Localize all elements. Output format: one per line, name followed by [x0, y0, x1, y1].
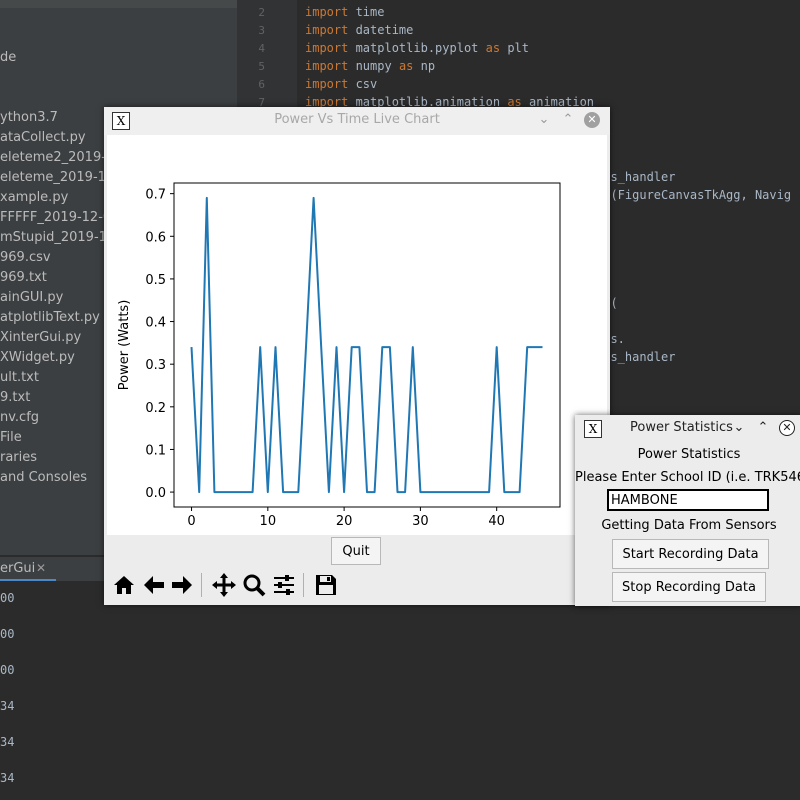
code-line: import csv	[305, 77, 378, 91]
project-tree-item[interactable]: ult.txt	[0, 368, 39, 388]
sidebar-header	[0, 0, 237, 8]
y-tick-label: 0.2	[145, 401, 166, 416]
configure-subplots-icon[interactable]	[271, 572, 297, 598]
stats-window-titlebar[interactable]: X Power Statistics ⌄ ⌃ ✕	[575, 415, 800, 443]
x-tick-label: 10	[260, 514, 277, 529]
close-icon[interactable]: ✕	[779, 420, 795, 436]
project-tree-item[interactable]: 969.csv	[0, 248, 51, 268]
line-number: 5	[258, 60, 265, 73]
project-tree-item[interactable]: 969.txt	[0, 268, 47, 288]
status-text: Getting Data From Sensors	[601, 518, 777, 533]
back-arrow-icon[interactable]	[141, 572, 167, 598]
pan-move-icon[interactable]	[211, 572, 237, 598]
code-fragment: t (FigureCanvasTkAgg, Navig	[596, 188, 792, 202]
console-line: 34	[0, 771, 15, 785]
line-number: 3	[258, 24, 265, 37]
x-app-icon: X	[584, 420, 602, 438]
maximize-chevron-icon[interactable]: ⌃	[559, 111, 577, 129]
maximize-chevron-icon[interactable]: ⌃	[754, 419, 772, 437]
console-line: 00	[0, 591, 15, 605]
y-tick-label: 0.4	[145, 316, 166, 331]
close-icon[interactable]: ✕	[584, 112, 600, 128]
chart-window: X Power Vs Time Live Chart ⌄ ⌃ ✕ 0 10 20 30…	[104, 107, 610, 605]
project-tree-item[interactable]: de	[0, 48, 16, 68]
y-tick-label: 0.3	[145, 358, 166, 373]
x-tick-label: 40	[488, 514, 505, 529]
stats-window-title: Power Statistics	[630, 420, 733, 435]
project-tree-item[interactable]: raries	[0, 448, 37, 468]
project-tree-item[interactable]: atplotlibText.py	[0, 308, 100, 328]
code-line: import time	[305, 5, 385, 19]
x-tick-label: 0	[187, 514, 195, 529]
project-tree-item[interactable]: XinterGui.py	[0, 328, 81, 348]
close-icon[interactable]: ✕	[36, 561, 46, 575]
y-tick-label: 0.7	[145, 188, 166, 203]
line-number: 6	[258, 78, 265, 91]
y-tick-label: 0.0	[145, 486, 166, 501]
chart-window-titlebar[interactable]: X Power Vs Time Live Chart ⌄ ⌃ ✕	[104, 107, 610, 135]
project-tree-item[interactable]: ython3.7	[0, 108, 58, 128]
code-line: import numpy as np	[305, 59, 436, 73]
stats-heading: Power Statistics	[637, 447, 741, 462]
console-line: 00	[0, 627, 15, 641]
school-id-input[interactable]	[607, 489, 769, 511]
project-tree-item[interactable]: XWidget.py	[0, 348, 75, 368]
project-tree-item[interactable]: FFFFF_2019-12-08	[0, 208, 119, 228]
code-line: import datetime	[305, 23, 414, 37]
project-tree-item[interactable]: mStupid_2019-12	[0, 228, 115, 248]
x-tick-label: 30	[412, 514, 429, 529]
y-tick-label: 0.6	[145, 230, 166, 245]
start-recording-button[interactable]: Start Recording Data	[612, 539, 769, 569]
school-id-prompt: Please Enter School ID (i.e. TRK546)	[575, 470, 800, 485]
forward-arrow-icon[interactable]	[169, 572, 195, 598]
code-line: import matplotlib.pyplot as plt	[305, 41, 529, 55]
stop-recording-button[interactable]: Stop Recording Data	[612, 572, 766, 602]
save-floppy-icon[interactable]	[313, 572, 339, 598]
power-line-chart: 0102030400.00.10.20.30.40.50.60.7Time (S…	[117, 182, 561, 551]
figure-canvas[interactable]: 0102030400.00.10.20.30.40.50.60.7Time (S…	[107, 135, 607, 551]
line-number: 4	[258, 42, 265, 55]
project-tree-item[interactable]: and Consoles	[0, 468, 87, 488]
navigation-toolbar	[107, 567, 607, 605]
toolbar-separator	[303, 573, 304, 597]
project-tree-item[interactable]: 9.txt	[0, 388, 30, 408]
toolbar-separator	[201, 573, 202, 597]
quit-button[interactable]: Quit	[331, 537, 381, 565]
project-tree-item[interactable]: ataCollect.py	[0, 128, 86, 148]
project-tree-item[interactable]: File	[0, 428, 22, 448]
project-tree-item[interactable]: nv.cfg	[0, 408, 39, 428]
console-tab[interactable]: erGui	[0, 561, 35, 576]
home-icon[interactable]	[111, 572, 137, 598]
console-output: 00 00 00 34 34 34	[0, 581, 800, 800]
y-tick-label: 0.5	[145, 273, 166, 288]
project-tree-item[interactable]: xample.py	[0, 188, 68, 208]
minimize-chevron-icon[interactable]: ⌄	[730, 419, 748, 437]
power-series-line	[190, 196, 543, 494]
line-number: 2	[258, 6, 265, 19]
project-tree-item[interactable]: ainGUI.py	[0, 288, 63, 308]
console-line: 34	[0, 735, 15, 749]
console-line: 00	[0, 663, 15, 677]
y-axis-label: Power (Watts)	[117, 300, 132, 391]
minimize-chevron-icon[interactable]: ⌄	[535, 111, 553, 129]
zoom-magnifier-icon[interactable]	[241, 572, 267, 598]
x-tick-label: 20	[336, 514, 353, 529]
console-line: 34	[0, 699, 15, 713]
y-tick-label: 0.1	[145, 443, 166, 458]
stats-window: X Power Statistics ⌄ ⌃ ✕ Power Statistic…	[575, 415, 800, 606]
